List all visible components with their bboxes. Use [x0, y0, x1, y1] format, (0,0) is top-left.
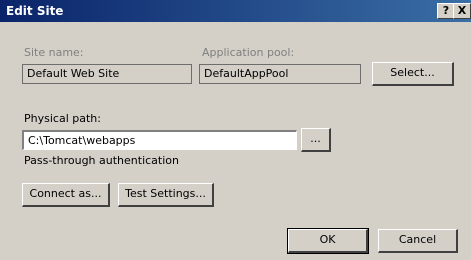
title-bar: Edit Site ? X	[0, 0, 471, 22]
site-name-label: Site name:	[24, 46, 84, 59]
ok-button[interactable]: OK	[287, 228, 369, 254]
connect-as-button[interactable]: Connect as...	[22, 183, 110, 207]
test-settings-button[interactable]: Test Settings...	[118, 183, 214, 207]
physical-path-input[interactable]: C:\Tomcat\webapps	[22, 130, 297, 150]
select-button[interactable]: Select...	[372, 62, 454, 86]
browse-button[interactable]: ...	[301, 128, 331, 152]
cancel-button[interactable]: Cancel	[378, 229, 458, 253]
physical-path-label: Physical path:	[24, 112, 101, 125]
close-icon[interactable]: X	[453, 3, 471, 19]
app-pool-label: Application pool:	[202, 46, 295, 59]
auth-label: Pass-through authentication	[24, 154, 179, 167]
site-name-field: Default Web Site	[22, 64, 192, 84]
window-title: Edit Site	[6, 4, 64, 18]
app-pool-field: DefaultAppPool	[199, 64, 361, 84]
